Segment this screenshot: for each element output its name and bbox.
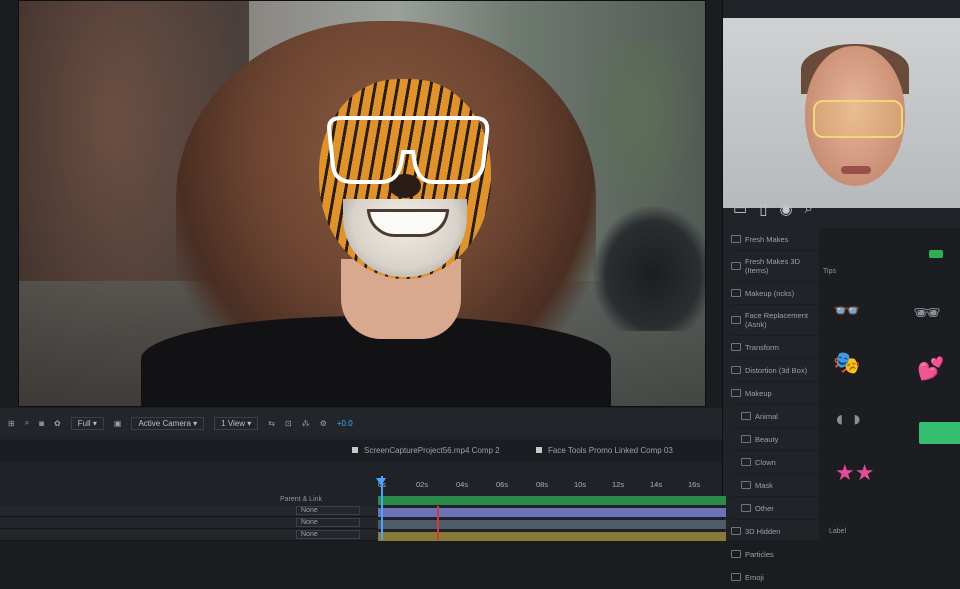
track-bar[interactable] (378, 520, 726, 529)
settings-icon[interactable]: ⚙ (320, 419, 327, 428)
transfer-icon[interactable]: ⇆ (268, 419, 275, 428)
folder-icon (731, 389, 741, 397)
green-label-chip[interactable] (919, 422, 960, 444)
preview-mouth (841, 166, 871, 174)
tab-comp-03[interactable]: Face Tools Promo Linked Comp 03 (536, 446, 673, 455)
search-icon[interactable]: ⌕ (805, 200, 813, 218)
folder-icon[interactable]: ▭ (733, 200, 747, 218)
tree-item[interactable]: Makeup (ncks) (731, 282, 819, 305)
grid-label: Tips (823, 268, 836, 275)
tree-item[interactable]: Animal (731, 405, 819, 428)
tab-comp-2[interactable]: ScreenCaptureProject56.mp4 Comp 2 (352, 446, 500, 455)
tree-item[interactable]: Particles (731, 543, 819, 566)
panel-toolbar: ▭ ▯ ◉ ⌕ (733, 200, 813, 218)
grid-icon[interactable]: ⊞ (8, 419, 15, 428)
view-select[interactable]: 1 View ▾ (214, 416, 259, 430)
folder-icon (741, 435, 751, 443)
time-tick: 02s (416, 480, 429, 489)
glasses-overlay (326, 116, 490, 184)
parent-header: Parent & Link (280, 496, 323, 503)
render-icon[interactable]: ⊡ (285, 419, 292, 428)
tree-item[interactable]: Fresh Makes (731, 228, 819, 251)
zoom-select[interactable]: Full ▾ (70, 416, 104, 430)
folder-icon (731, 343, 741, 351)
stars-icon[interactable]: ★★ (835, 462, 874, 484)
time-tick: 06s (496, 480, 509, 489)
track-bar[interactable] (378, 508, 726, 517)
tree-item[interactable]: Makeup (731, 382, 819, 405)
tree-item[interactable]: Mask (731, 474, 819, 497)
effects-panel: ▭ ▯ ◉ ⌕ Fresh Makes Fresh Makes 3D (Item… (722, 0, 960, 589)
effects-grid: Tips 👓 🕶 🎭 💕 ◐◑ ★★ Label (819, 228, 960, 540)
layer-list: Parent & Link None None None (0, 470, 378, 541)
folder-icon (731, 235, 741, 243)
tree-item[interactable]: Transform (731, 336, 819, 359)
category-tree: Fresh Makes Fresh Makes 3D (Items) Makeu… (731, 228, 819, 589)
folder-icon (731, 550, 741, 558)
composition-tabs: ScreenCaptureProject56.mp4 Comp 2 Face T… (0, 440, 722, 462)
magnify-icon[interactable]: ⌕ (25, 418, 29, 428)
tree-item[interactable]: Fresh Makes 3D (Items) (731, 251, 819, 282)
parent-select[interactable]: None (296, 506, 360, 515)
tree-item[interactable]: Clown (731, 451, 819, 474)
region-icon[interactable]: ▣ (114, 419, 122, 428)
parent-select[interactable]: None (296, 530, 360, 539)
time-tick: 04s (456, 480, 469, 489)
face-preview (723, 18, 960, 208)
time-tick: 10s (574, 480, 587, 489)
camera-icon[interactable]: ◉ (779, 200, 792, 218)
parent-select[interactable]: None (296, 518, 360, 527)
tree-item[interactable]: Emoji (731, 566, 819, 589)
dots-icon[interactable]: ◐◑ (835, 408, 862, 430)
folder-icon (741, 504, 751, 512)
comp-icon (536, 447, 542, 453)
node-icon[interactable]: ⁂ (302, 419, 310, 428)
folder-icon (731, 366, 741, 374)
mask-icon[interactable]: 🎭 (833, 352, 860, 374)
color-icon[interactable]: ✿ (54, 419, 61, 428)
folder-icon (741, 481, 751, 489)
comp-icon (352, 447, 358, 453)
time-ruler[interactable]: 0s 02s 04s 06s 08s 10s 12s 14s 16s (378, 478, 722, 492)
tree-item[interactable]: Other (731, 497, 819, 520)
marker-line (437, 506, 439, 540)
tree-item[interactable]: Face Replacement (Asnk) (731, 305, 819, 336)
folder-icon (731, 289, 741, 297)
folder-icon (731, 527, 741, 535)
time-tick: 08s (536, 480, 549, 489)
bottom-label: Label (829, 528, 847, 535)
tree-item[interactable]: Distortion (3d Box) (731, 359, 819, 382)
snapshot-icon[interactable]: ◙ (39, 419, 44, 428)
preview-glasses (813, 100, 903, 138)
time-tick: 14s (650, 480, 663, 489)
composition-viewer[interactable] (18, 0, 706, 407)
folder-icon (731, 262, 741, 270)
file-icon[interactable]: ▯ (759, 200, 767, 218)
exposure-value[interactable]: +0.0 (337, 419, 353, 428)
folder-icon (741, 458, 751, 466)
time-tick: 12s (612, 480, 625, 489)
folder-icon (731, 573, 741, 581)
camera-select[interactable]: Active Camera ▾ (131, 416, 205, 430)
sunglasses-icon[interactable]: 🕶 (913, 302, 941, 324)
timeline-tracks (378, 494, 726, 541)
folder-icon (731, 316, 741, 324)
background-tree (579, 41, 699, 221)
folder-icon (741, 412, 751, 420)
toggle-switch[interactable] (929, 250, 943, 258)
time-tick: 16s (688, 480, 701, 489)
viewer-toolbar: ⊞ ⌕ ◙ ✿ Full ▾ ▣ Active Camera ▾ 1 View … (0, 408, 722, 438)
hearts-icon[interactable]: 💕 (917, 358, 944, 380)
tree-item[interactable]: Beauty (731, 428, 819, 451)
playhead[interactable] (381, 476, 383, 540)
track-bar[interactable] (378, 496, 726, 505)
glasses-icon[interactable]: 👓 (833, 300, 860, 322)
background-car (593, 206, 705, 331)
